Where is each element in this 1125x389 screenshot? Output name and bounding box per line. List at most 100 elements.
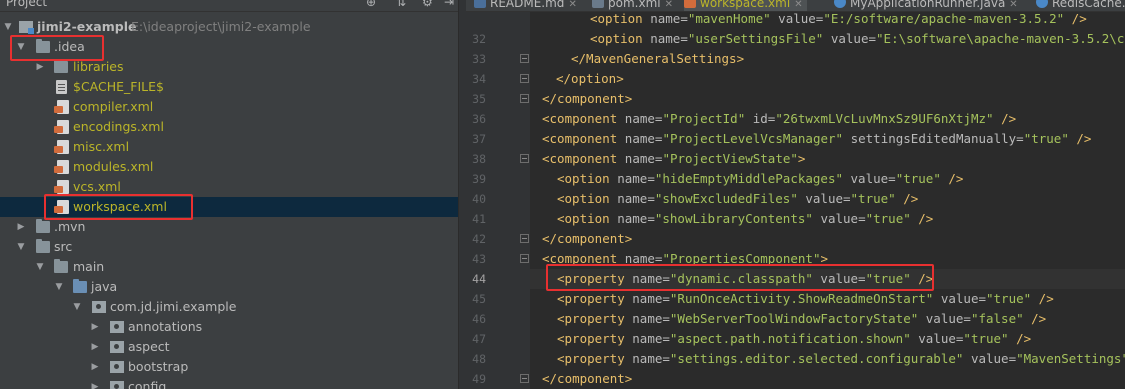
- code-token: value=: [940, 291, 986, 306]
- code-token: "true": [850, 191, 896, 206]
- fold-marker-icon[interactable]: [520, 94, 529, 103]
- close-icon[interactable]: ✕: [794, 0, 802, 10]
- tree-label: .mvn: [54, 219, 86, 234]
- code-line: </option>: [556, 69, 624, 89]
- code-line: <property name="settings.editor.selected…: [557, 349, 1125, 369]
- fold-marker-icon[interactable]: [520, 234, 529, 243]
- tree-row-compiler-xml[interactable]: compiler.xml: [0, 97, 458, 117]
- fold-marker-icon[interactable]: [520, 74, 529, 83]
- tree-label: main: [73, 259, 105, 274]
- close-icon[interactable]: ✕: [568, 0, 576, 10]
- java-class-icon: [1036, 0, 1048, 8]
- code-token: "true": [895, 171, 941, 186]
- tree-label: java: [91, 279, 118, 294]
- tree-row-root[interactable]: ▼ jimi2-example E:\ideaproject\jimi2-exa…: [0, 17, 458, 37]
- tree-row-modules-xml[interactable]: modules.xml: [0, 157, 458, 177]
- code-line: <component name="ProjectViewState">: [542, 149, 805, 169]
- tree-label: src: [54, 239, 73, 254]
- collapse-arrow-icon[interactable]: ▼: [53, 277, 65, 297]
- code-token: "ProjectViewState": [662, 151, 798, 166]
- line-number: 36: [472, 112, 486, 126]
- code-token: value=: [970, 351, 1017, 366]
- fold-marker-icon[interactable]: [520, 374, 529, 383]
- tree-row-java[interactable]: ▼ java: [0, 277, 458, 297]
- expand-arrow-icon[interactable]: ▶: [89, 377, 101, 389]
- hide-icon[interactable]: ⇥: [444, 0, 454, 9]
- line-number: 40: [472, 192, 486, 206]
- tree-row-bootstrap[interactable]: ▶ bootstrap: [0, 357, 458, 377]
- gear-icon[interactable]: ⚙: [422, 0, 433, 9]
- tree-row-misc-xml[interactable]: misc.xml: [0, 137, 458, 157]
- package-icon: [110, 341, 124, 353]
- tree-row-config[interactable]: ▶ config: [0, 377, 458, 389]
- line-number: 46: [472, 312, 486, 326]
- tree-label: config: [128, 379, 167, 389]
- expand-arrow-icon[interactable]: ▶: [89, 357, 101, 377]
- tree-row-aspect[interactable]: ▶ aspect: [0, 337, 458, 357]
- collapse-arrow-icon[interactable]: ▼: [2, 17, 14, 37]
- collapse-all-icon[interactable]: ⇅: [396, 0, 406, 9]
- code-token: />: [1064, 12, 1087, 26]
- collapse-arrow-icon[interactable]: ▼: [71, 297, 83, 317]
- project-header: Project ⊕ ⇅ ⚙ ⇥: [0, 0, 458, 12]
- highlight-box-idea: [10, 35, 104, 61]
- line-number: 44: [472, 272, 486, 286]
- collapse-arrow-icon[interactable]: ▼: [34, 257, 46, 277]
- tree-row-main[interactable]: ▼ main: [0, 257, 458, 277]
- code-token: >: [797, 151, 806, 166]
- code-token: />: [1068, 131, 1092, 146]
- project-panel-title[interactable]: Project: [6, 0, 47, 9]
- line-number: 37: [472, 132, 486, 146]
- code-line: <property name="aspect.path.notification…: [557, 329, 1031, 349]
- tree-row-package[interactable]: ▼ com.jd.jimi.example: [0, 297, 458, 317]
- tree-row-encodings-xml[interactable]: encodings.xml: [0, 117, 458, 137]
- tab-workspace[interactable]: workspace.xml ✕: [684, 0, 807, 11]
- code-token: <option: [557, 191, 618, 206]
- line-number: 45: [472, 292, 486, 306]
- code-token: <component: [542, 151, 625, 166]
- code-line: <component name="ProjectLevelVcsManager"…: [542, 129, 1091, 149]
- code-token: "settings.editor.selected.configurable": [669, 351, 971, 366]
- code-token: />: [993, 111, 1017, 126]
- collapse-arrow-icon[interactable]: ▼: [15, 237, 27, 257]
- fold-marker-icon[interactable]: [520, 254, 529, 263]
- line-number: 39: [472, 172, 486, 186]
- close-icon[interactable]: ✕: [1009, 0, 1017, 10]
- code-line: <option name="hideEmptyMiddlePackages" v…: [557, 169, 963, 189]
- tab-readme[interactable]: README.md ✕: [474, 0, 577, 11]
- tree-row-mvn[interactable]: ▶ .mvn: [0, 217, 458, 237]
- code-token: <property: [557, 351, 633, 366]
- fold-marker-icon[interactable]: [520, 54, 529, 63]
- code-line: <property name="RunOnceActivity.ShowRead…: [557, 289, 1054, 309]
- folder-icon: [54, 259, 68, 273]
- xml-file-icon: [54, 100, 69, 114]
- folder-icon: [54, 59, 68, 73]
- code-token: name=: [632, 291, 670, 306]
- line-number: 32: [472, 32, 486, 46]
- text-file-icon: [56, 80, 67, 94]
- tree-row-annotations[interactable]: ▶ annotations: [0, 317, 458, 337]
- code-line: </MavenGeneralSettings>: [571, 49, 744, 69]
- fold-marker-icon[interactable]: [520, 154, 529, 163]
- line-number: 47: [472, 332, 486, 346]
- code-line: <option name="userSettingsFile" value="E…: [590, 29, 1125, 49]
- tree-row-src[interactable]: ▼ src: [0, 237, 458, 257]
- code-token: <option: [590, 31, 651, 46]
- expand-arrow-icon[interactable]: ▶: [89, 317, 101, 337]
- expand-arrow-icon[interactable]: ▶: [15, 217, 27, 237]
- tree-row-cache-file[interactable]: $CACHE_FILE$: [0, 77, 458, 97]
- code-editor[interactable]: <option name="mavenHome" value="E:/softw…: [530, 12, 1125, 389]
- code-token: "userSettingsFile": [687, 31, 831, 46]
- package-icon: [110, 381, 124, 389]
- folder-icon: [36, 219, 50, 233]
- locate-icon[interactable]: ⊕: [366, 0, 376, 9]
- tab-pom[interactable]: pom.xml ✕: [592, 0, 673, 11]
- close-icon[interactable]: ✕: [665, 0, 673, 10]
- code-line: </component>: [542, 89, 632, 109]
- tab-myapplicationrunner[interactable]: MyApplicationRunner.java ✕: [834, 0, 1018, 11]
- expand-arrow-icon[interactable]: ▶: [89, 337, 101, 357]
- tab-rediscache[interactable]: RedisCache.: [1036, 0, 1125, 11]
- tree-label: $CACHE_FILE$: [73, 79, 164, 94]
- root-path: E:\ideaproject\jimi2-example: [131, 19, 311, 34]
- code-token: "ProjectLevelVcsManager": [662, 131, 851, 146]
